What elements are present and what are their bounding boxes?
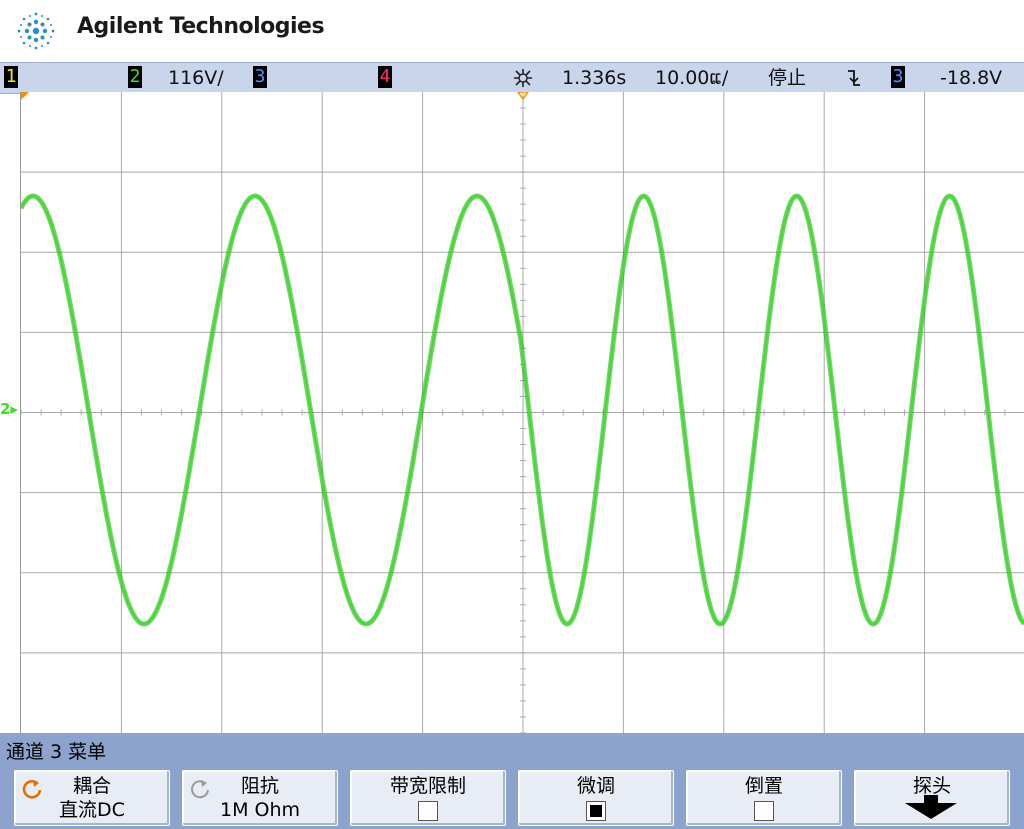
trigger-delay-icon — [514, 69, 532, 87]
softkey-fine-label: 微调 — [576, 775, 615, 797]
softkey-fine[interactable]: 微调 — [518, 770, 674, 826]
softkey-invert-label: 倒置 — [744, 775, 783, 797]
channel-2-scale: 116V/ — [168, 67, 224, 89]
softkey-impedance-label: 阻抗 — [240, 775, 279, 797]
waveform-canvas — [21, 92, 1024, 733]
channel-2-indicator[interactable]: 2 — [128, 66, 142, 88]
agilent-spark-logo-icon — [17, 12, 55, 50]
softkey-impedance[interactable]: 阻抗 1M Ohm — [182, 770, 338, 826]
menu-bar: 通道 3 菜单 — [0, 733, 1024, 765]
softkey-coupling[interactable]: 耦合 直流DC — [14, 770, 170, 826]
softkey-coupling-label: 耦合 — [72, 775, 111, 797]
softkey-probe-label: 探头 — [912, 775, 951, 797]
softkey-invert[interactable]: 倒置 — [686, 770, 842, 826]
delay-readout: 1.336s — [562, 67, 627, 89]
trigger-source-indicator[interactable]: 3 — [891, 66, 905, 88]
softkey-impedance-value: 1M Ohm — [219, 799, 301, 821]
channel-4-indicator[interactable]: 4 — [378, 66, 392, 88]
invert-checkbox[interactable] — [754, 801, 774, 821]
timebase-readout: 10.00ແ/ — [655, 67, 729, 89]
bandwidth-limit-checkbox[interactable] — [418, 801, 438, 821]
fine-checkbox[interactable] — [586, 801, 606, 821]
status-bar: 1 2 116V/ 3 4 1.336s 10.00ແ/ 停止 3 -18.8V — [0, 62, 1024, 94]
softkey-coupling-value: 直流DC — [59, 799, 125, 821]
softkey-bandwidth-limit[interactable]: 带宽限制 — [350, 770, 506, 826]
softkey-bandwidth-limit-label: 带宽限制 — [389, 775, 466, 797]
header: Agilent Technologies — [0, 0, 1024, 62]
channel-2-ground-marker[interactable]: 2▸ — [0, 400, 18, 418]
falling-edge-icon — [848, 70, 860, 86]
menu-title: 通道 3 菜单 — [6, 741, 107, 763]
softkey-probe[interactable]: 探头 — [854, 770, 1010, 826]
channel-1-indicator[interactable]: 1 — [4, 66, 18, 88]
run-state: 停止 — [768, 67, 807, 89]
softkey-bar: 耦合 直流DC 阻抗 1M Ohm 带宽限制 微调 倒置 探头 — [0, 765, 1024, 829]
brand-name: Agilent Technologies — [77, 14, 325, 39]
down-arrow-head-icon — [905, 803, 957, 819]
waveform-display[interactable] — [20, 92, 1024, 733]
trigger-left-marker — [21, 92, 29, 100]
channel-3-indicator[interactable]: 3 — [253, 66, 267, 88]
trigger-level: -18.8V — [940, 67, 1003, 89]
